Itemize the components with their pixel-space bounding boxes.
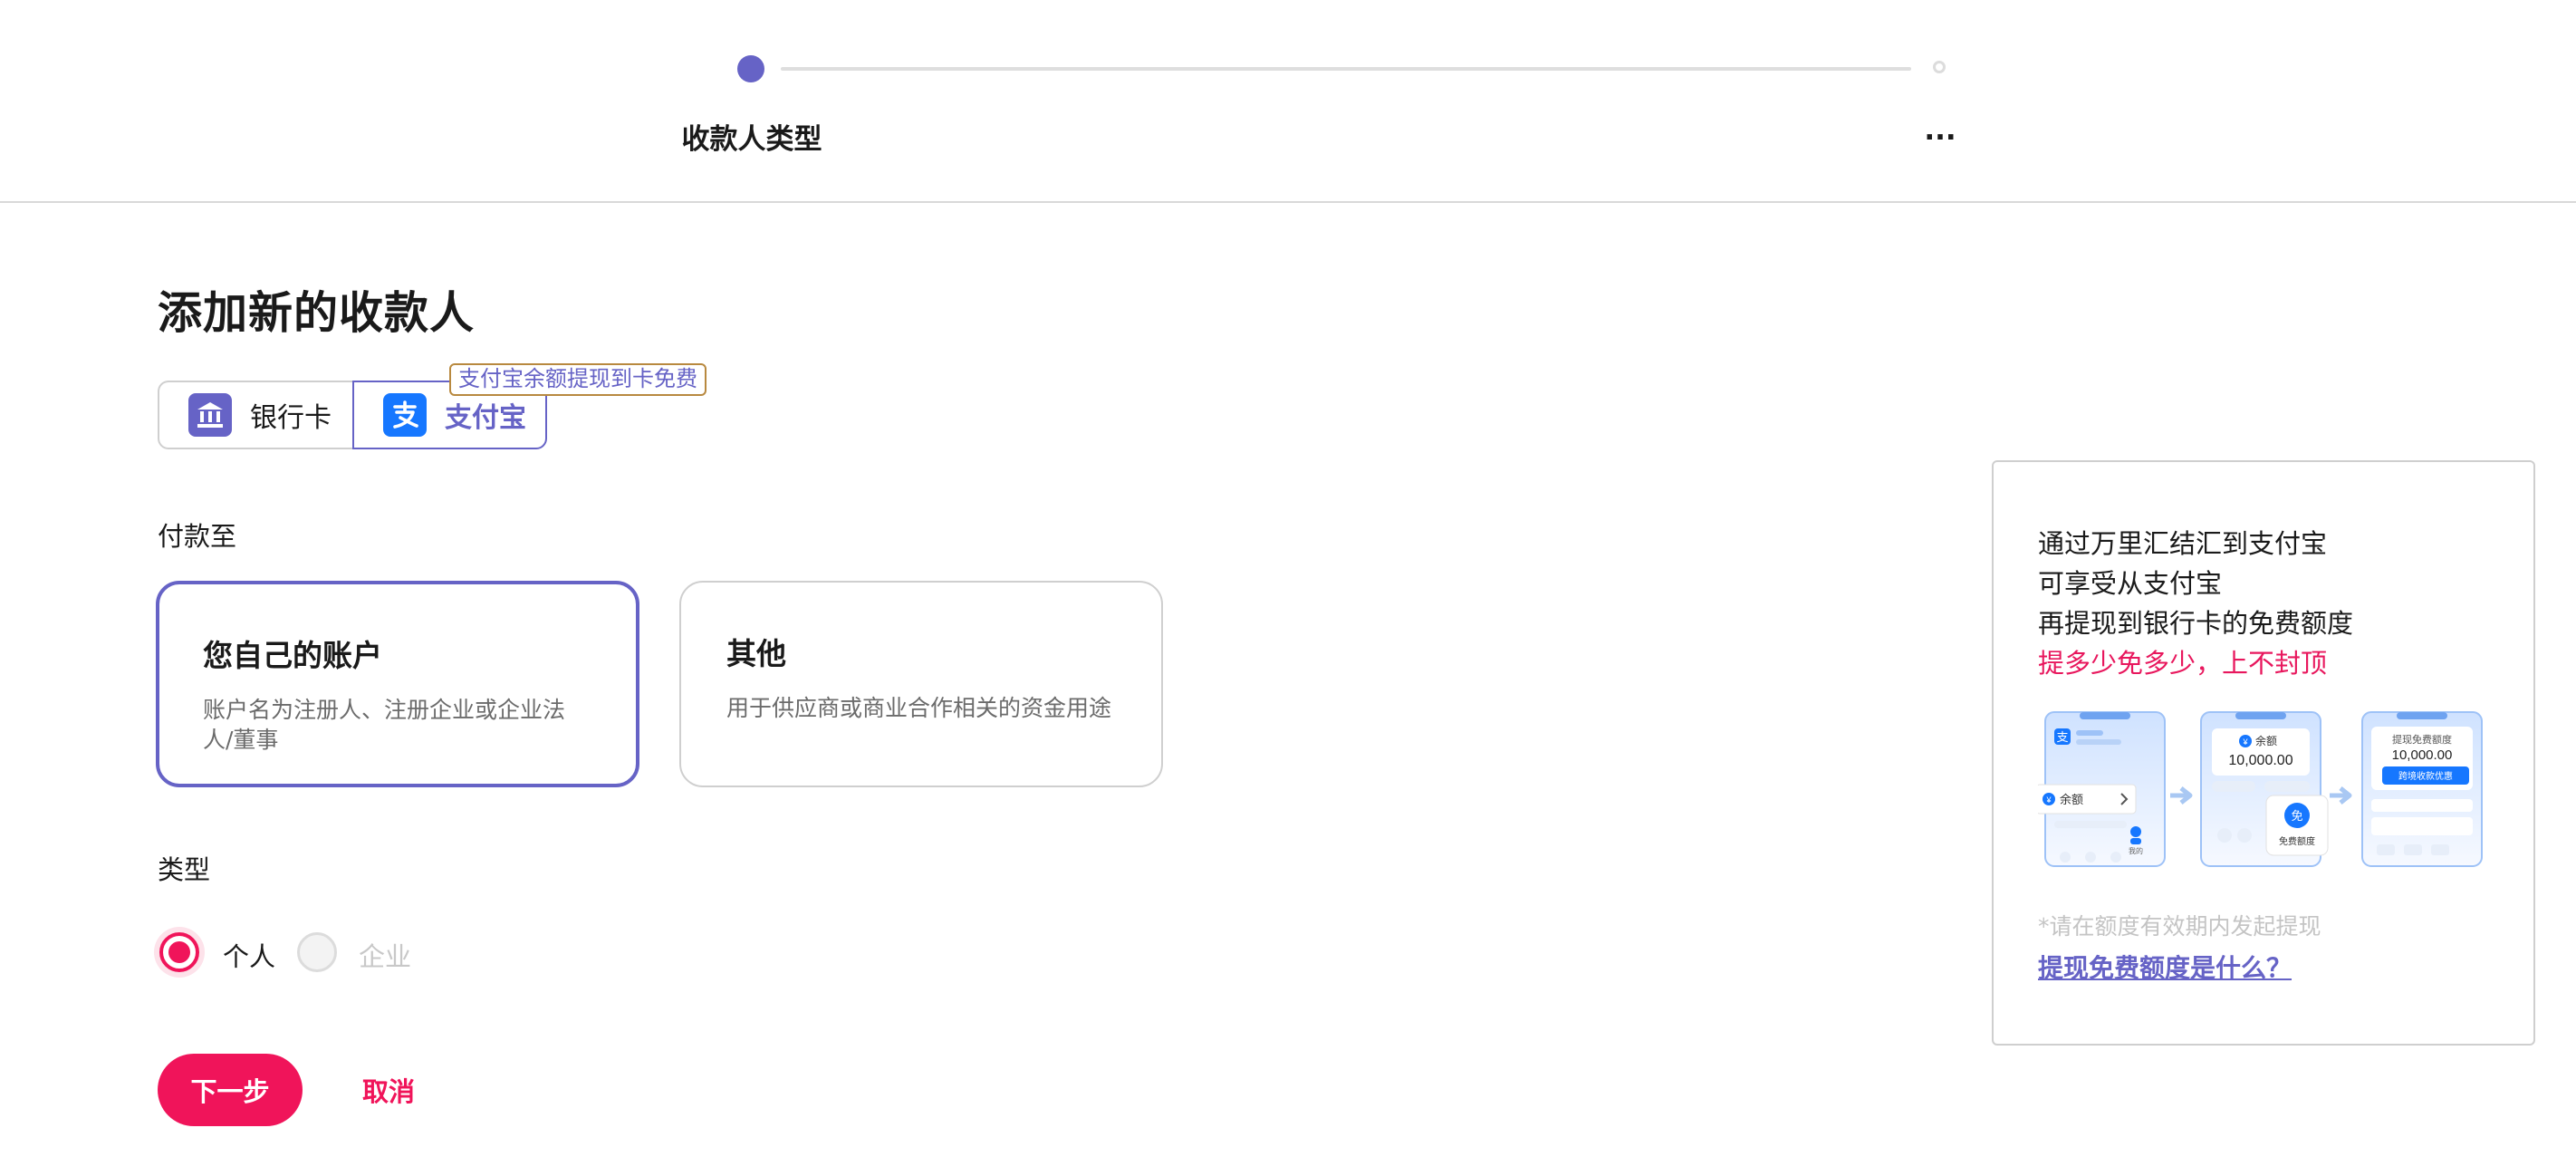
- step-indicator-next: [1933, 61, 1946, 73]
- svg-text:¥: ¥: [2242, 737, 2248, 747]
- step-progress-line: [781, 67, 1911, 71]
- tab-bank-card[interactable]: 银行卡: [158, 381, 353, 449]
- step-label-current: 收款人类型: [681, 123, 822, 156]
- radio-dot: [168, 941, 190, 963]
- next-button[interactable]: 下一步: [158, 1054, 303, 1126]
- phone-mockup-2: ¥ 余额 10,000.00 免 免费额度: [2200, 711, 2329, 867]
- step-indicator-current: [737, 55, 764, 82]
- promo-badge: 支付宝余额提现到卡免费: [449, 363, 706, 396]
- pay-to-other-card[interactable]: 其他 用于供应商或商业合作相关的资金用途: [679, 581, 1163, 787]
- radio-enterprise-label[interactable]: 企业: [359, 936, 411, 974]
- cancel-button[interactable]: 取消: [362, 1054, 415, 1126]
- svg-text:我的: 我的: [2129, 846, 2143, 855]
- info-line-2: 可享受从支付宝: [2038, 568, 2223, 599]
- svg-text:10,000.00: 10,000.00: [2392, 747, 2453, 763]
- radio-enterprise[interactable]: [297, 932, 337, 972]
- bank-icon: [188, 393, 232, 437]
- card-description: 用于供应商或商业合作相关的资金用途: [726, 695, 1112, 721]
- svg-text:余额: 余额: [2060, 793, 2083, 806]
- radio-individual[interactable]: [159, 932, 199, 972]
- info-note: *请在额度有效期内发起提现: [2038, 913, 2321, 940]
- info-highlight: 提多少免多少，上不封顶: [2038, 648, 2328, 679]
- phone-mockup-3: 提现免费额度 10,000.00 跨境收款优惠: [2361, 711, 2483, 867]
- free-quota-link[interactable]: 提现免费额度是什么？: [2038, 949, 2292, 985]
- alipay-icon: [383, 393, 427, 437]
- card-title: 您自己的账户: [203, 638, 382, 673]
- svg-text:支: 支: [2056, 730, 2068, 744]
- svg-text:¥: ¥: [2045, 795, 2052, 805]
- pay-to-label: 付款至: [158, 521, 237, 552]
- svg-text:10,000.00: 10,000.00: [2228, 753, 2292, 768]
- pay-to-own-account-card[interactable]: 您自己的账户 账户名为注册人、注册企业或企业法人/董事: [156, 581, 639, 787]
- info-line-3: 再提现到银行卡的免费额度: [2038, 608, 2354, 639]
- tab-alipay-label: 支付宝: [445, 402, 526, 434]
- withdraw-illustration: 支 ¥ 余额 我的 ¥ 余额 10,000.00 免 免费额度 提现免费额度 1…: [2038, 711, 2483, 867]
- card-title: 其他: [726, 636, 786, 671]
- header-divider: [0, 201, 2576, 203]
- tab-bank-card-label: 银行卡: [250, 402, 332, 434]
- step-label-next: ...: [1924, 114, 1956, 147]
- info-line-1: 通过万里汇结汇到支付宝: [2038, 528, 2328, 559]
- page-title: 添加新的收款人: [158, 287, 476, 339]
- phone-mockup-1: 支 ¥ 余额 我的: [2038, 711, 2166, 867]
- svg-text:余额: 余额: [2255, 734, 2277, 747]
- svg-text:跨境收款优惠: 跨境收款优惠: [2398, 770, 2453, 782]
- card-description: 账户名为注册人、注册企业或企业法人/董事: [203, 697, 566, 753]
- radio-individual-label[interactable]: 个人: [223, 936, 275, 974]
- svg-text:免: 免: [2291, 809, 2302, 823]
- svg-text:提现免费额度: 提现免费额度: [2392, 733, 2452, 746]
- svg-text:免费额度: 免费额度: [2279, 835, 2315, 847]
- type-label: 类型: [158, 854, 211, 885]
